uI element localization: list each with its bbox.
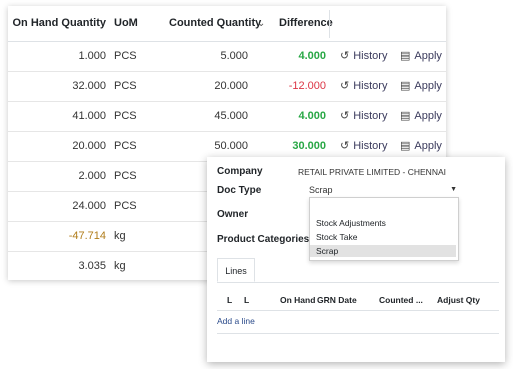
caret-down-icon: ▼ — [450, 186, 457, 193]
apply-label: Apply — [414, 80, 442, 92]
counted-cell[interactable]: 45.000 — [164, 102, 248, 131]
history-button[interactable]: ↺ History — [340, 102, 387, 131]
difference-cell: 4.000 — [298, 110, 326, 122]
lines-column-header-grn-date: GRN Date — [317, 295, 357, 305]
table-row: 1.000 PCS 5.000 4.000 ↺ History ▤ Apply — [8, 42, 446, 72]
history-label: History — [353, 110, 388, 122]
doc-type-dropdown: Stock Adjustments Stock Take Scrap — [309, 197, 459, 261]
doc-type-select[interactable]: Scrap ▼ — [309, 183, 459, 198]
column-divider — [329, 10, 330, 38]
doc-type-label: Doc Type — [217, 185, 262, 196]
column-header-difference[interactable]: Difference — [279, 6, 333, 41]
history-button[interactable]: ↺ History — [340, 42, 387, 71]
sort-chevron-icon[interactable]: ⌄ — [257, 6, 265, 41]
on-hand-cell: 1.000 — [78, 50, 106, 62]
lines-column-header-counted: Counted ... — [379, 295, 423, 305]
lines-column-header: L — [227, 295, 233, 305]
company-label: Company — [217, 166, 263, 177]
table-header: On Hand Quantity UoM Counted Quantity ⌄ … — [8, 6, 446, 42]
apply-button[interactable]: ▤ Apply — [400, 102, 442, 131]
apply-button[interactable]: ▤ Apply — [400, 42, 442, 71]
owner-label: Owner — [217, 209, 249, 220]
column-header-counted[interactable]: Counted Quantity — [169, 6, 261, 41]
on-hand-cell: 20.000 — [72, 140, 106, 152]
apply-label: Apply — [414, 50, 442, 62]
history-label: History — [353, 140, 388, 152]
apply-button[interactable]: ▤ Apply — [400, 72, 442, 101]
uom-cell: PCS — [114, 200, 137, 212]
counted-cell[interactable]: 20.000 — [164, 72, 248, 101]
apply-label: Apply — [414, 110, 442, 122]
difference-cell: -12.000 — [288, 80, 326, 92]
doc-type-option-scrap[interactable]: Scrap — [310, 245, 456, 257]
lines-column-header-adjust-qty: Adjust Qty — [437, 295, 480, 305]
inventory-adjustment-dialog: Company RETAIL PRIVATE LIMITED - CHENNAI… — [207, 157, 505, 362]
on-hand-cell: 32.000 — [72, 80, 106, 92]
lines-column-header-on-hand: On Hand — [280, 295, 316, 305]
uom-cell: PCS — [114, 80, 137, 92]
product-categories-label: Product Categories — [217, 234, 310, 245]
divider — [217, 333, 499, 334]
on-hand-cell: 24.000 — [72, 200, 106, 212]
history-icon: ↺ — [340, 50, 350, 62]
difference-cell: 4.000 — [298, 50, 326, 62]
on-hand-cell: 2.000 — [78, 170, 106, 182]
doc-type-value: Scrap — [309, 185, 333, 195]
dialog-tabs: Lines — [217, 258, 499, 283]
uom-cell: PCS — [114, 50, 137, 62]
column-header-uom[interactable]: UoM — [114, 6, 138, 41]
lines-column-header: L — [244, 295, 250, 305]
doc-type-option-stock-take[interactable]: Stock Take — [310, 231, 456, 243]
doc-type-option-stock-adjustments[interactable]: Stock Adjustments — [310, 217, 456, 229]
history-icon: ↺ — [340, 80, 350, 92]
on-hand-cell: 3.035 — [78, 260, 106, 272]
table-row: 32.000 PCS 20.000 -12.000 ↺ History ▤ Appl… — [8, 72, 446, 102]
uom-cell: PCS — [114, 170, 137, 182]
history-label: History — [353, 80, 388, 92]
table-row: 41.000 PCS 45.000 4.000 ↺ History ▤ Apply — [8, 102, 446, 132]
history-label: History — [353, 50, 388, 62]
add-line-link[interactable]: Add a line — [217, 316, 255, 326]
save-icon: ▤ — [400, 80, 411, 92]
uom-cell: PCS — [114, 140, 137, 152]
column-header-on-hand[interactable]: On Hand Quantity — [8, 6, 107, 41]
tab-lines[interactable]: Lines — [217, 258, 255, 282]
uom-cell: kg — [114, 260, 126, 272]
on-hand-cell: -47.714 — [68, 230, 106, 242]
history-icon: ↺ — [340, 110, 350, 122]
doc-type-option[interactable] — [310, 201, 456, 213]
save-icon: ▤ — [400, 50, 411, 62]
company-value: RETAIL PRIVATE LIMITED - CHENNAI — [298, 167, 446, 177]
history-button[interactable]: ↺ History — [340, 72, 387, 101]
apply-label: Apply — [414, 140, 442, 152]
uom-cell: PCS — [114, 110, 137, 122]
lines-table-header: L L On Hand GRN Date Counted ... Adjust … — [217, 290, 499, 311]
on-hand-cell: 41.000 — [72, 110, 106, 122]
counted-cell[interactable]: 5.000 — [164, 42, 248, 71]
save-icon: ▤ — [400, 110, 411, 122]
uom-cell: kg — [114, 230, 126, 242]
